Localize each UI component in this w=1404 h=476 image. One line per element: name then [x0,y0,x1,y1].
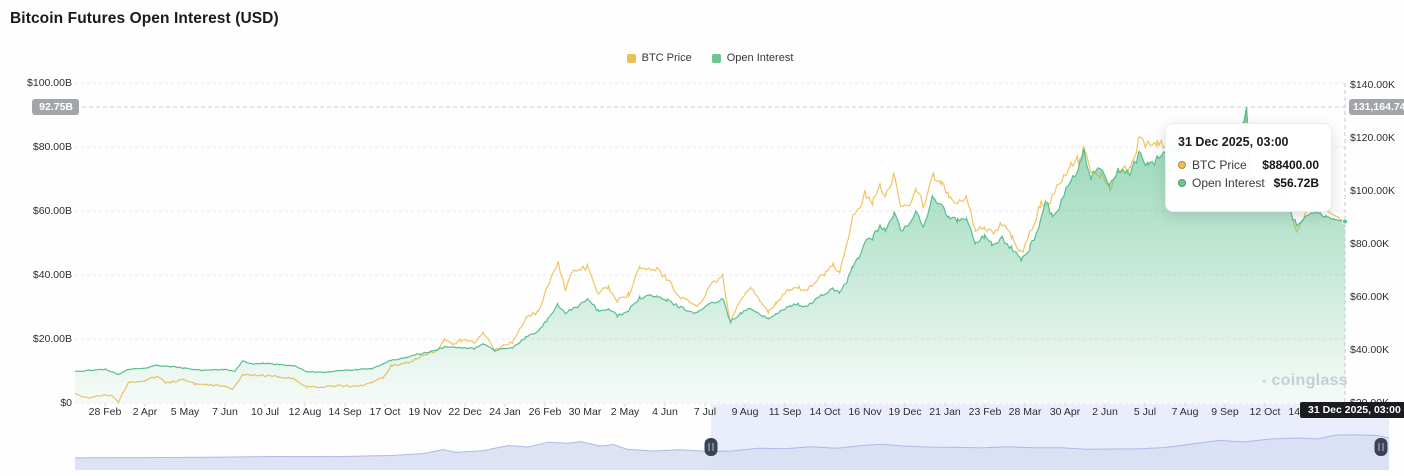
x-axis-tick: 5 May [170,406,200,418]
x-axis-tick: 16 Nov [848,406,882,418]
right-axis-tick: $140.00K [1350,79,1395,91]
btc-price-dot-icon [1178,161,1186,169]
x-axis-tick: 19 Dec [888,406,922,418]
x-axis-tick: 22 Dec [448,406,482,418]
x-axis-tick: 9 Aug [731,406,759,418]
x-axis-tick: 7 Jun [212,406,238,418]
navigator-left-handle[interactable] [704,438,718,456]
x-axis-tick: 12 Aug [288,406,322,418]
x-axis-tick: 24 Jan [489,406,521,418]
x-axis-tick: 4 Jun [652,406,678,418]
x-axis-tick: 9 Sep [1211,406,1239,418]
x-axis-tick: 17 Oct [369,406,401,418]
chart-tooltip: 31 Dec 2025, 03:00 BTC Price $88400.00 O… [1165,123,1332,212]
x-axis-tick: 28 Feb [88,406,122,418]
chart-widget: Bitcoin Futures Open Interest (USD) BTC … [0,0,1404,476]
x-axis-tick: 14 Sep [328,406,362,418]
coinglass-logo-icon [1262,379,1266,383]
right-axis-tick: $60.00K [1350,291,1390,303]
watermark: coinglass [1262,369,1348,393]
left-axis-tick: $80.00B [32,141,72,153]
x-axis-tick: 26 Feb [528,406,562,418]
right-axis-tick: $80.00K [1350,238,1390,250]
x-axis-tick: 7 Aug [1171,406,1199,418]
tooltip-date: 31 Dec 2025, 03:00 [1178,135,1289,149]
left-axis-tick: $0 [60,397,72,409]
x-axis-tick: 11 Sep [768,406,802,418]
x-axis-tick: 30 Apr [1049,406,1081,418]
x-axis-tick: 12 Oct [1249,406,1281,418]
x-axis-tick: 10 Jul [250,406,280,418]
left-axis-tick: $60.00B [32,205,72,217]
x-axis-tick: 21 Jan [929,406,961,418]
watermark-text: coinglass [1271,372,1348,389]
tooltip-row-open-interest: Open Interest $56.72B [1178,176,1319,190]
x-axis-tick: 19 Nov [408,406,442,418]
left-axis-tick: $40.00B [32,269,72,281]
right-axis-tick: $120.00K [1350,132,1395,144]
right-axis-tick: $100.00K [1350,185,1395,197]
open-interest-dot-icon [1178,179,1186,187]
crosshair-date-badge: 31 Dec 2025, 03:00 [1300,402,1404,418]
price-max-badge: 131,164.74 [1349,99,1404,115]
x-axis-tick: 14 Oct [809,406,841,418]
x-axis-tick: 2 Apr [132,406,158,418]
right-axis-tick: $40.00K [1350,344,1390,356]
x-axis-tick: 23 Feb [968,406,1002,418]
x-axis-tick: 30 Mar [568,406,602,418]
x-axis-tick: 28 Mar [1008,406,1042,418]
left-axis-tick: $20.00B [32,333,72,345]
x-axis-tick: 5 Jul [1133,406,1157,418]
price-open-interest-chart[interactable] [0,0,1404,476]
x-axis-tick: 2 May [610,406,640,418]
x-axis-tick: 7 Jul [693,406,717,418]
x-axis-tick: 2 Jun [1092,406,1118,418]
tooltip-row-btc-price: BTC Price $88400.00 [1178,158,1319,172]
left-axis-tick: $100.00B [27,77,72,89]
oi-max-badge: 92.75B [32,99,79,115]
navigator-right-handle[interactable] [1374,438,1388,456]
